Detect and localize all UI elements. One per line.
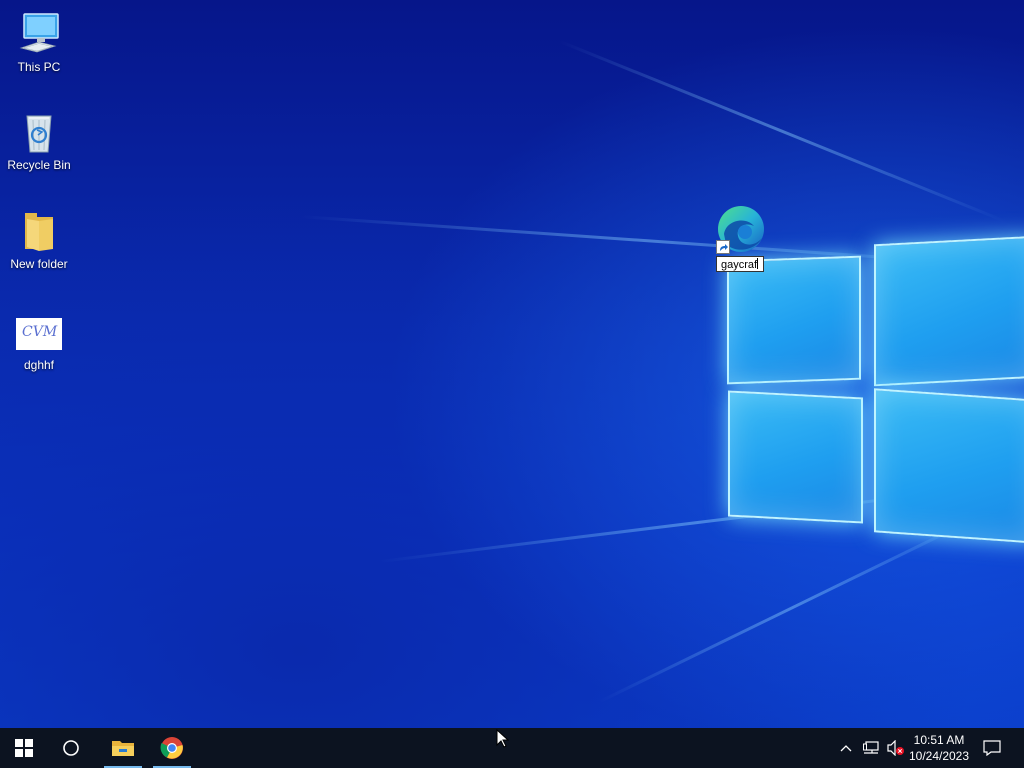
rename-text: gaycraf — [721, 259, 758, 271]
notifications-icon — [983, 740, 1001, 756]
image-thumbnail-icon: CVM — [16, 318, 62, 350]
desktop-icon-dghhf[interactable]: CVM dghhf — [1, 314, 77, 373]
file-explorer-icon — [112, 741, 134, 756]
chevron-up-icon — [840, 745, 852, 752]
logo-pane-top-left — [727, 255, 861, 385]
logo-pane-bottom-right — [874, 388, 1024, 544]
action-center-button[interactable] — [978, 728, 1006, 768]
logo-pane-top-right — [874, 235, 1024, 387]
clock-date: 10/24/2023 — [908, 749, 970, 763]
volume-button[interactable] — [884, 728, 906, 768]
folder-icon — [15, 207, 63, 255]
network-button[interactable] — [860, 728, 882, 768]
chrome-button[interactable] — [149, 728, 195, 768]
start-button[interactable] — [1, 728, 47, 768]
volume-muted-icon — [887, 740, 904, 756]
rename-input[interactable]: gaycraf — [716, 256, 764, 272]
mouse-pointer — [496, 728, 510, 749]
search-button[interactable] — [48, 728, 94, 768]
desktop-icon-new-folder[interactable]: New folder — [1, 207, 77, 272]
file-explorer-button[interactable] — [100, 728, 146, 768]
text-caret — [757, 258, 759, 269]
desktop-icon-label: This PC — [17, 60, 61, 74]
desktop-icon-recycle-bin[interactable]: Recycle Bin — [1, 108, 77, 173]
chrome-icon — [160, 737, 183, 759]
show-hidden-icons-button[interactable] — [836, 728, 856, 768]
recycle-bin-icon — [15, 108, 63, 156]
system-clock[interactable]: 10:51 AM 10/24/2023 — [904, 732, 974, 764]
light-beam — [559, 40, 1006, 223]
network-icon — [863, 741, 879, 754]
desktop-background[interactable]: This PC Recycle Bin New folder CVM dghhf… — [0, 0, 1024, 728]
desktop-icon-label: Recycle Bin — [7, 158, 71, 172]
desktop-icon-edge-shortcut[interactable] — [714, 202, 770, 256]
clock-time: 10:51 AM — [913, 733, 965, 747]
desktop-icon-label: dghhf — [23, 358, 55, 372]
shortcut-arrow-icon — [716, 240, 730, 254]
computer-icon — [15, 10, 63, 58]
cortana-circle-icon — [63, 740, 79, 756]
desktop-icon-label: New folder — [10, 257, 68, 271]
windows-logo-icon — [15, 739, 33, 757]
logo-pane-bottom-left — [728, 390, 863, 524]
taskbar: 10:51 AM 10/24/2023 — [0, 728, 1024, 768]
desktop-icon-this-pc[interactable]: This PC — [1, 10, 77, 75]
light-beam — [599, 511, 988, 703]
thumbnail-text: CVM — [22, 324, 58, 340]
